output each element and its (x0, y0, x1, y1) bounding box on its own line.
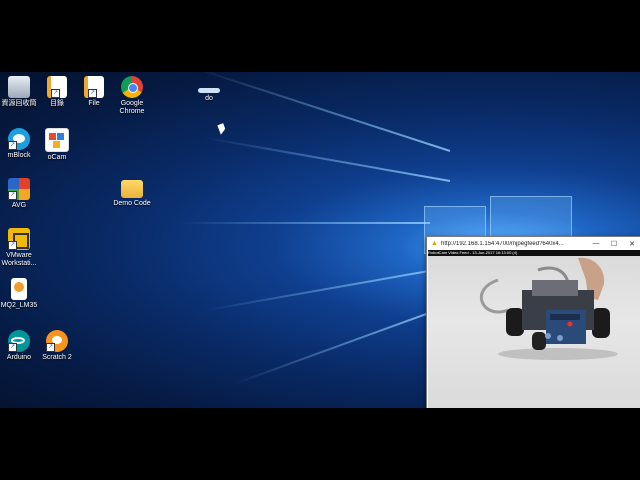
desktop-icon-chrome[interactable]: Google Chrome (108, 76, 156, 116)
desktop-icon-ocam[interactable]: oCam (33, 128, 81, 162)
icon-label: MQ2_LM35 (0, 302, 38, 309)
window-url: http://192.168.1.154:4700/mjpegfeed?640x… (441, 240, 564, 247)
desktop-icon-scratch2[interactable]: ↗ Scratch 2 (33, 330, 81, 362)
icon-label: Google Chrome (119, 100, 145, 115)
vmware-icon: ↗ (8, 228, 30, 250)
icon-label: VMware Workstati... (1, 252, 37, 267)
desktop-icon-vmware[interactable]: ↗ VMware Workstati... (0, 228, 43, 268)
light-beam (232, 308, 441, 386)
desktop-icon-demo-code[interactable]: Demo Code (108, 178, 156, 208)
chrome-icon (121, 76, 143, 98)
icon-label: AVG (11, 202, 27, 209)
light-beam (192, 72, 451, 152)
document-icon: ↗ (47, 76, 67, 98)
folder-icon (121, 180, 143, 198)
window-titlebar[interactable]: ▲ http://192.168.1.154:4700/mjpegfeed?64… (427, 237, 640, 250)
ocam-icon (45, 128, 69, 152)
desktop-icon-mq2-lm35[interactable]: MQ2_LM35 (0, 278, 43, 310)
letterbox-bottom (0, 408, 640, 480)
document-icon: ↗ (84, 76, 104, 98)
mblock-icon: ↗ (8, 128, 30, 150)
desktop-icon-do[interactable]: do (185, 88, 233, 103)
recycle-bin-icon (8, 76, 30, 98)
icon-label: Scratch 2 (42, 354, 72, 361)
scratch-icon: ↗ (46, 330, 68, 352)
arduino-icon: ↗ (8, 330, 30, 352)
icon-label: Demo Code (113, 200, 151, 207)
maximize-button[interactable]: ☐ (605, 240, 623, 248)
robot-car-image (479, 257, 618, 360)
icon-label: do (205, 95, 213, 102)
warning-icon: ▲ (431, 240, 438, 247)
video-feed: RobotCam Video Feed - 13-Jun-2017 16:13:… (428, 250, 640, 408)
close-button[interactable]: ✕ (623, 240, 640, 248)
light-beam (203, 268, 441, 312)
avg-icon: ↗ (8, 178, 30, 200)
shortcut-icon (198, 88, 220, 93)
icon-label: oCam (47, 154, 67, 161)
stream-window[interactable]: ▲ http://192.168.1.154:4700/mjpegfeed?64… (426, 236, 640, 410)
letterbox-top (0, 0, 640, 72)
light-beam (180, 222, 430, 224)
light-beam (203, 136, 451, 182)
desktop-icon-avg[interactable]: ↗ AVG (0, 178, 43, 210)
scratch-file-icon (11, 278, 27, 300)
minimize-button[interactable]: — (587, 240, 605, 247)
